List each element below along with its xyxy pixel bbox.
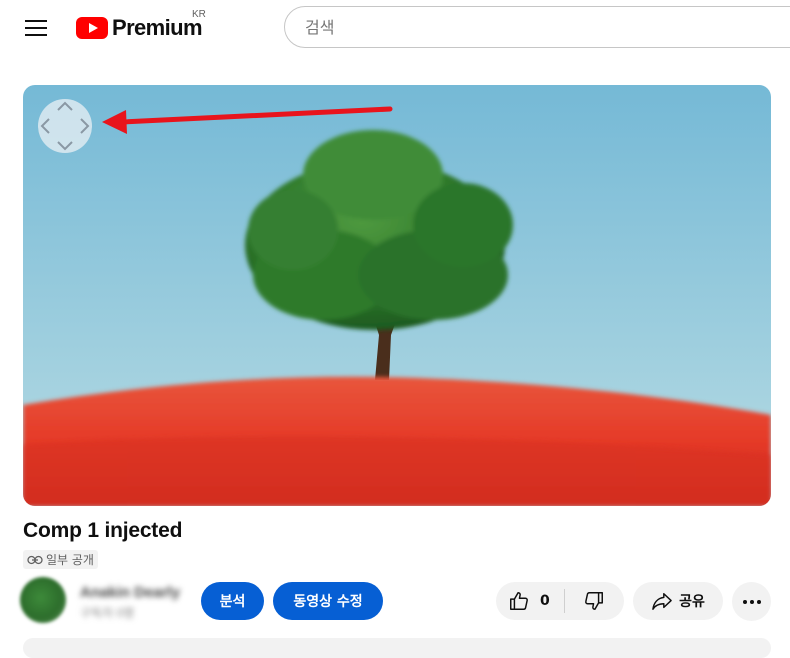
visibility-label: 일부 공개 — [46, 553, 94, 567]
link-icon — [27, 555, 43, 564]
video-thumbnail — [23, 85, 771, 506]
search-box[interactable] — [284, 6, 790, 48]
channel-avatar[interactable] — [20, 577, 66, 623]
logo-text: Premium — [112, 15, 203, 40]
share-icon — [652, 593, 672, 610]
pan-control[interactable] — [38, 99, 92, 153]
channel-name[interactable]: Anakin Dearly — [80, 584, 180, 601]
menu-button[interactable] — [14, 8, 58, 48]
visibility-badge: 일부 공개 — [23, 550, 98, 569]
analytics-button[interactable]: 분석 — [201, 582, 264, 620]
youtube-premium-logo[interactable]: Premium KR — [76, 9, 206, 46]
search-input[interactable] — [303, 16, 790, 38]
like-button[interactable]: 0 — [496, 582, 564, 620]
edit-video-button[interactable]: 동영상 수정 — [273, 582, 383, 620]
pan-control-icon — [40, 101, 90, 151]
share-label: 공유 — [679, 594, 705, 610]
share-button[interactable]: 공유 — [633, 582, 723, 620]
subscriber-count: 구독자 0명 — [80, 606, 135, 620]
youtube-logo-icon — [76, 17, 108, 39]
description-box[interactable] — [23, 638, 771, 658]
video-title: Comp 1 injected — [23, 519, 183, 542]
like-count: 0 — [540, 593, 550, 609]
more-icon — [742, 599, 761, 604]
thumbs-up-icon — [510, 592, 528, 610]
dislike-button[interactable] — [565, 582, 624, 620]
like-dislike-group: 0 — [496, 582, 624, 620]
video-player[interactable] — [23, 85, 771, 506]
logo-country-code: KR — [192, 9, 206, 20]
more-actions-button[interactable] — [732, 582, 771, 621]
thumbs-down-icon — [585, 592, 604, 610]
menu-icon — [25, 20, 47, 36]
